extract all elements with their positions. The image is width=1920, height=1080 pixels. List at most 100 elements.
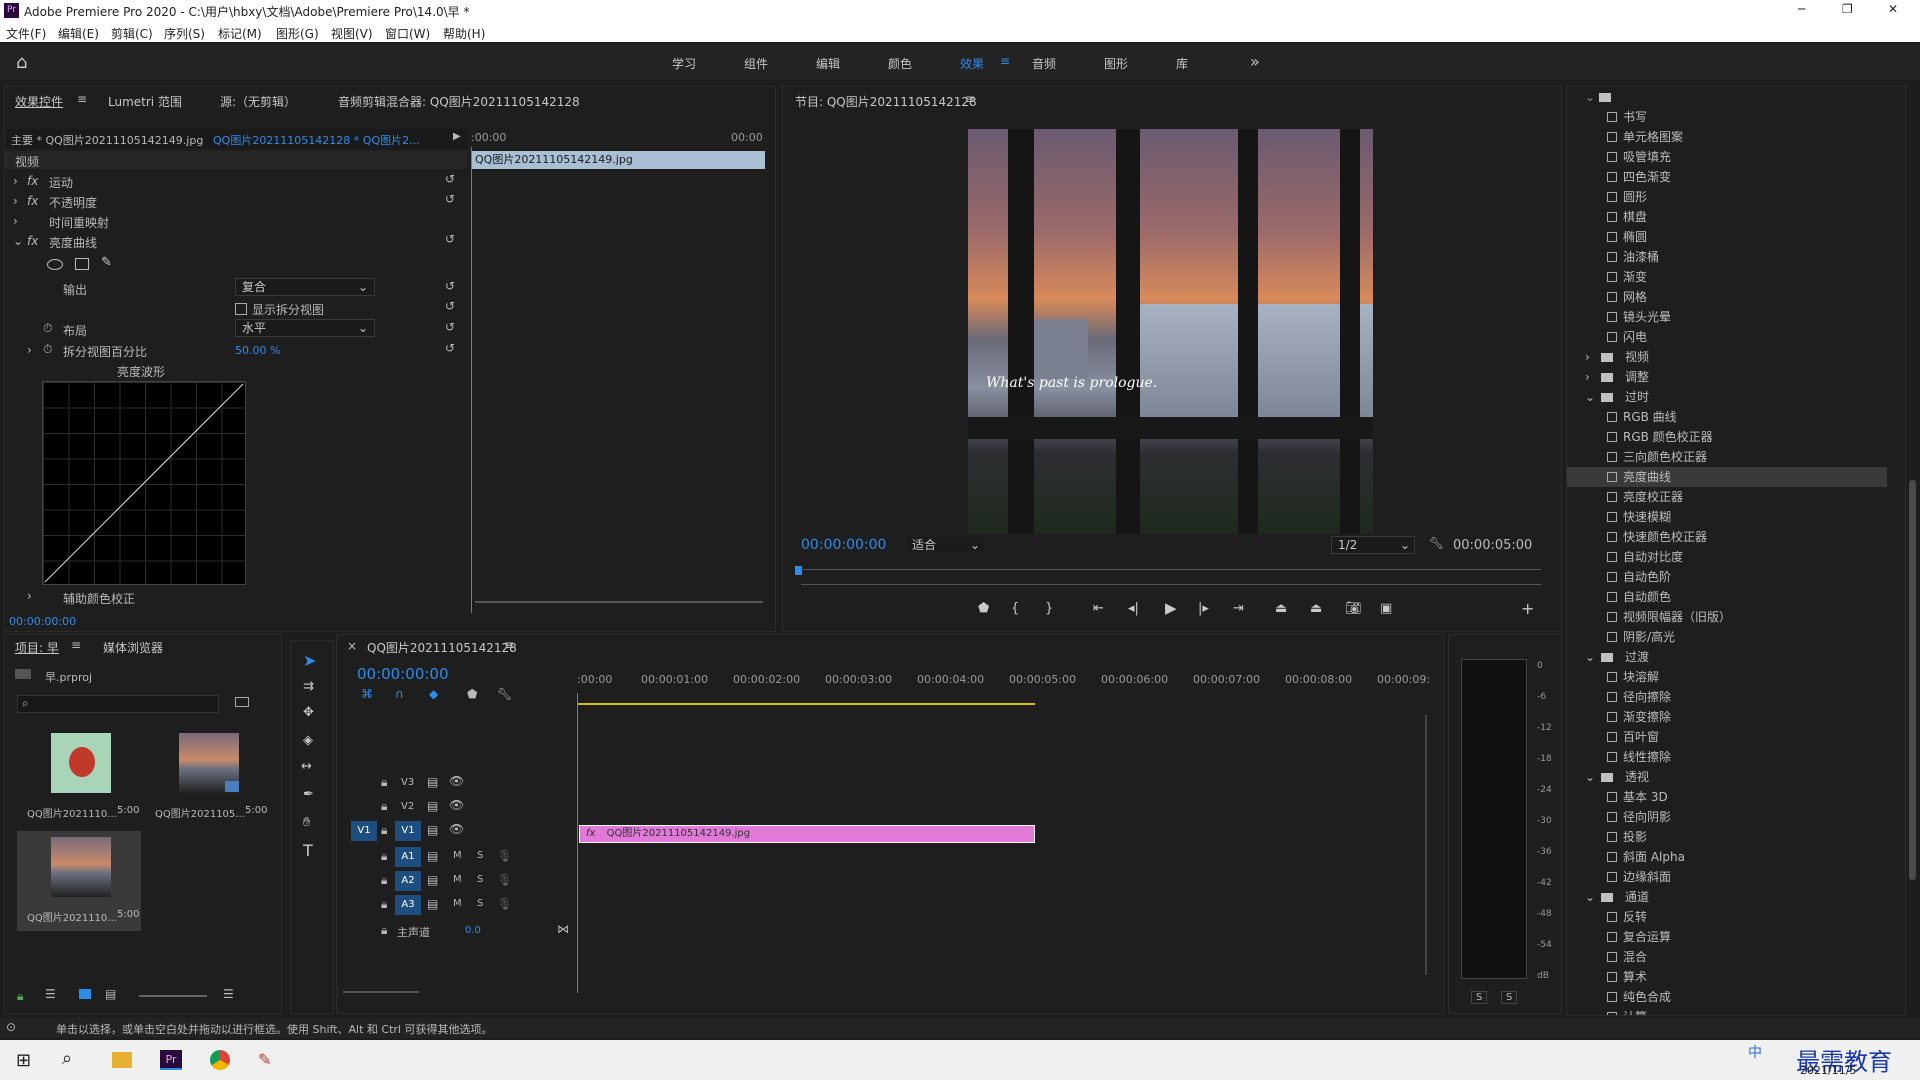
zoom-slider[interactable] [139, 995, 207, 997]
mute-button[interactable]: M [453, 850, 462, 861]
fx-icon[interactable]: fx [27, 194, 38, 208]
ime-icon[interactable]: 中 [1748, 1042, 1762, 1062]
freeform-view-icon[interactable]: ▤ [105, 987, 116, 1001]
ripple-edit-tool-icon[interactable]: ✥ [303, 705, 314, 720]
reset-icon[interactable]: ↺ [445, 341, 455, 355]
effects-tree-item[interactable]: RGB 曲线 [1567, 407, 1887, 427]
sequence-tab[interactable]: QQ图片20211105142128 [367, 639, 517, 656]
chevron-down-icon[interactable]: ⌄ [1585, 647, 1595, 667]
selection-tool-icon[interactable]: ➤ [303, 651, 316, 670]
resolution-dropdown[interactable]: 1/2 ⌄ [1331, 536, 1415, 554]
meter-solo-left[interactable]: S [1471, 991, 1488, 1004]
reset-icon[interactable]: ↺ [445, 192, 455, 206]
effects-tree-item[interactable]: 渐变 [1567, 267, 1887, 287]
eye-icon[interactable]: 👁︎ [449, 774, 464, 788]
effects-tree-item[interactable]: 线性擦除 [1567, 747, 1887, 767]
lock-icon[interactable]: 🔒︎ [17, 989, 23, 1004]
menu-view[interactable]: 视图(V) [331, 25, 373, 42]
sync-icon[interactable]: ▤ [427, 897, 438, 911]
ec-timecode[interactable]: 00:00:00:00 [9, 615, 76, 628]
lock-icon[interactable]: 🔒︎ [381, 799, 387, 814]
workspace-menu-icon[interactable]: ≡ [1000, 54, 1010, 68]
effects-tree-item[interactable]: 自动颜色 [1567, 587, 1887, 607]
mic-icon[interactable]: 🎙︎ [497, 849, 512, 863]
lock-icon[interactable]: 🔒︎ [381, 823, 387, 838]
lock-icon[interactable]: 🔒︎ [381, 873, 387, 888]
workspace-tab-learn[interactable]: 学习 [672, 55, 696, 72]
program-timecode[interactable]: 00:00:00:00 [801, 537, 886, 553]
tab-media-browser[interactable]: 媒体浏览器 [103, 639, 163, 656]
tab-effect-controls[interactable]: 效果控件 [15, 93, 63, 110]
effects-tree-item[interactable]: 阴影/高光 [1567, 627, 1887, 647]
list-view-icon[interactable]: ☰ [45, 987, 56, 1001]
clip-v1[interactable]: fx QQ图片20211105142149.jpg [579, 825, 1035, 843]
work-area-bar[interactable] [577, 703, 1035, 705]
effects-tree-item[interactable]: 基本 3D [1567, 787, 1887, 807]
hand-tool-icon[interactable]: ✋︎ [303, 815, 310, 830]
effects-folder[interactable]: › 视频 [1567, 347, 1887, 367]
project-item[interactable]: QQ图片2021105... 5:00 [145, 727, 269, 827]
sequence-clip-label[interactable]: QQ图片20211105142128 * QQ图片2... [213, 132, 420, 148]
stopwatch-icon[interactable]: ⏱ [43, 321, 52, 336]
pen-mask-icon[interactable]: ✎ [101, 255, 112, 270]
workspace-tab-effects[interactable]: 效果 [960, 55, 984, 72]
razor-tool-icon[interactable]: ◈ [303, 733, 313, 748]
menu-file[interactable]: 文件(F) [6, 25, 46, 42]
lock-icon[interactable]: 🔒︎ [381, 775, 387, 790]
lift-icon[interactable]: ⏏ [1275, 601, 1287, 616]
play-icon[interactable]: ▶ [1165, 599, 1177, 617]
solo-button[interactable]: S [477, 874, 483, 885]
reset-icon[interactable]: ↺ [445, 279, 455, 293]
chevron-down-icon[interactable]: ⌄ [1585, 767, 1595, 787]
program-zoom-bar[interactable] [801, 584, 1541, 585]
layout-dropdown[interactable]: 水平 ⌄ [235, 319, 375, 337]
source-patch-v1[interactable]: V1 [351, 821, 377, 841]
effect-motion[interactable]: › fx 运动 ↺ [5, 171, 467, 191]
icon-view-icon[interactable] [79, 989, 91, 999]
meter-solo-right[interactable]: S [1501, 991, 1518, 1004]
mark-out-icon[interactable]: } [1045, 601, 1053, 616]
effects-tree-item[interactable]: 圆形 [1567, 187, 1887, 207]
program-title[interactable]: 节目: QQ图片20211105142128 [795, 93, 977, 110]
reset-icon[interactable]: ↺ [445, 299, 455, 313]
effects-tree-item[interactable]: 亮度校正器 [1567, 487, 1887, 507]
workspace-tab-editing[interactable]: 编辑 [816, 55, 840, 72]
tab-project[interactable]: 项目: 早 [15, 639, 59, 656]
effects-tree-item[interactable]: 自动对比度 [1567, 547, 1887, 567]
effect-time-remap[interactable]: › 时间重映射 [5, 211, 467, 231]
output-dropdown[interactable]: 复合 ⌄ [235, 278, 375, 296]
ellipse-mask-icon[interactable] [47, 259, 63, 270]
effects-tree-item[interactable]: 算术 [1567, 967, 1887, 987]
maximize-button[interactable]: ❐ [1842, 2, 1853, 16]
effects-tree-item[interactable]: 百叶窗 [1567, 727, 1887, 747]
effects-folder[interactable]: ⌄ 透视 [1567, 767, 1887, 787]
program-playhead[interactable] [795, 566, 802, 575]
master-expand-icon[interactable]: ⋈ [557, 922, 569, 936]
solo-button[interactable]: S [477, 898, 483, 909]
effects-tree-item[interactable]: 边缘斜面 [1567, 867, 1887, 887]
rectangle-mask-icon[interactable] [75, 258, 89, 270]
effects-folder[interactable]: ⌄ 通道 [1567, 887, 1887, 907]
start-icon[interactable]: ⊞ [16, 1050, 31, 1071]
effects-tree-item[interactable]: 径向擦除 [1567, 687, 1887, 707]
wrench-icon[interactable]: 🔧︎ [497, 687, 512, 701]
tab-source[interactable]: 源:（无剪辑） [220, 93, 296, 110]
type-tool-icon[interactable]: T [303, 841, 313, 860]
menu-window[interactable]: 窗口(W) [385, 25, 430, 42]
project-item[interactable]: QQ图片2021110... 5:00 [17, 727, 141, 827]
ec-clip-bar[interactable]: QQ图片20211105142149.jpg [471, 151, 765, 169]
chevron-down-icon[interactable]: ⌄ [1585, 387, 1595, 407]
lock-icon[interactable]: 🔒︎ [381, 849, 387, 864]
effects-tree-item[interactable]: 投影 [1567, 827, 1887, 847]
go-to-out-icon[interactable]: ⇥ [1233, 601, 1244, 616]
program-video-frame[interactable]: What's past is prologue. [968, 129, 1373, 534]
project-search-input[interactable]: ⌕ [17, 695, 219, 713]
lock-icon[interactable]: 🔒︎ [381, 923, 387, 938]
sync-icon[interactable]: ▤ [427, 799, 438, 813]
timeline-timecode[interactable]: 00:00:00:00 [357, 665, 449, 683]
effects-tree-item[interactable]: 混合 [1567, 947, 1887, 967]
stopwatch-icon[interactable]: ⏱ [43, 342, 52, 357]
sync-icon[interactable]: ▤ [427, 823, 438, 837]
effects-tree-item[interactable]: RGB 颜色校正器 [1567, 427, 1887, 447]
menu-sequence[interactable]: 序列(S) [164, 25, 205, 42]
